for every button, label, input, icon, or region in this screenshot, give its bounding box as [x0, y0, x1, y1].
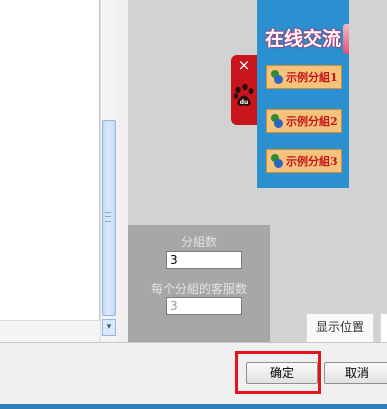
group-count-label: 分組数: [180, 235, 217, 249]
baidu-paw-icon: du: [233, 83, 254, 106]
vertical-scrollbar[interactable]: ▾: [100, 0, 117, 340]
divider: [0, 342, 387, 343]
group-label: 示例分組2: [286, 115, 338, 128]
close-icon[interactable]: ×: [231, 56, 257, 74]
group-button-3[interactable]: 示例分組3: [266, 149, 342, 173]
group-settings-panel: 分組数 每个分組的客服数: [128, 225, 270, 342]
baidu-logo-text: du: [240, 99, 249, 106]
scrollbar-grip-icon: [105, 212, 111, 222]
users-icon: [270, 154, 284, 168]
widget-title: 在线交流: [264, 28, 341, 50]
horizontal-scrollbar[interactable]: [0, 320, 100, 339]
ok-button-highlight: [235, 351, 321, 394]
content-panel: [0, 0, 100, 340]
group-button-1[interactable]: 示例分組1: [266, 65, 342, 89]
baidu-side-tab[interactable]: × du: [231, 55, 257, 125]
group-count-input[interactable]: [166, 251, 242, 269]
agents-per-group-input[interactable]: [166, 297, 242, 315]
tab-display-position[interactable]: 显示位置: [306, 313, 374, 342]
users-icon: [270, 114, 284, 128]
bottom-edge: [0, 404, 387, 409]
chevron-down-icon: ▾: [106, 322, 112, 332]
group-button-2[interactable]: 示例分組2: [266, 109, 342, 133]
tab-next[interactable]: [380, 313, 387, 343]
users-icon: [270, 70, 284, 84]
group-label: 示例分組1: [286, 71, 338, 84]
agents-per-group-label: 每个分組的客服数: [150, 282, 247, 296]
online-chat-widget: 在线交流 示例分組1 示例分組2 示例分組3: [257, 0, 349, 188]
group-label: 示例分組3: [286, 155, 338, 168]
cancel-button[interactable]: 取消: [324, 362, 387, 384]
widget-decoration: [343, 24, 349, 54]
scroll-down-button[interactable]: ▾: [102, 319, 116, 336]
